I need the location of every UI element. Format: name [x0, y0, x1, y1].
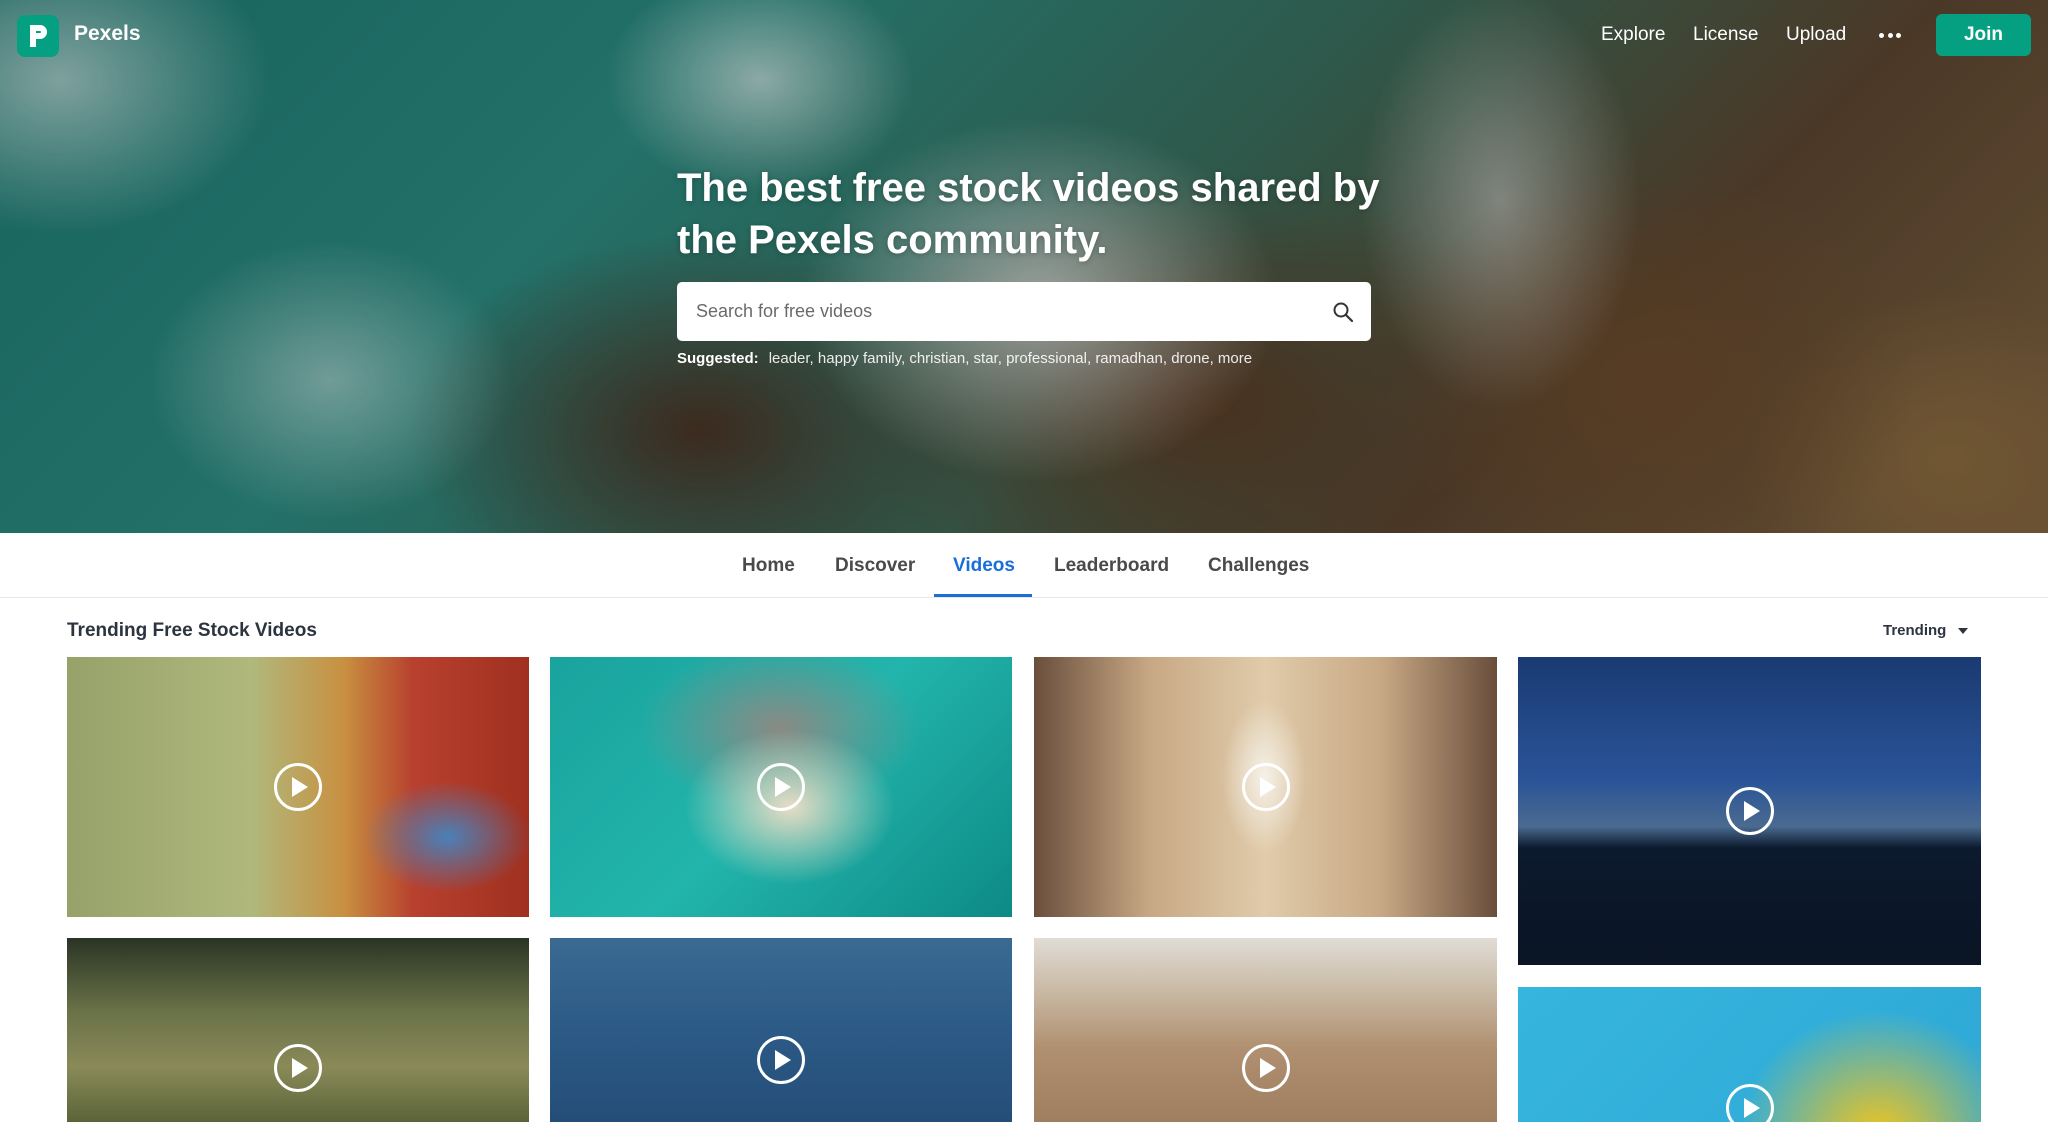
- nav-license[interactable]: License: [1693, 24, 1759, 46]
- hero-title: The best free stock videos shared by the…: [677, 166, 1380, 262]
- video-tile[interactable]: [1518, 987, 1981, 1122]
- video-tile[interactable]: [550, 938, 1012, 1122]
- tab-videos[interactable]: Videos: [953, 555, 1015, 577]
- suggested-list: leader, happy family, christian, star, p…: [769, 350, 1252, 367]
- search-icon[interactable]: [1331, 300, 1355, 324]
- pexels-logo-icon[interactable]: [17, 15, 59, 57]
- suggested-drone[interactable]: drone,: [1171, 350, 1214, 367]
- join-button[interactable]: Join: [1936, 14, 2031, 56]
- video-tile[interactable]: [550, 657, 1012, 917]
- play-icon[interactable]: [757, 1036, 805, 1084]
- play-icon[interactable]: [1242, 763, 1290, 811]
- tab-discover[interactable]: Discover: [835, 555, 915, 577]
- play-icon[interactable]: [1726, 1084, 1774, 1122]
- play-icon[interactable]: [274, 1044, 322, 1092]
- suggested-star[interactable]: star,: [974, 350, 1002, 367]
- video-tile[interactable]: [67, 657, 529, 917]
- video-tile[interactable]: [1034, 657, 1497, 917]
- sort-label: Trending: [1883, 622, 1947, 639]
- search-box[interactable]: [677, 282, 1371, 341]
- main-tabs: Home Discover Videos Leaderboard Challen…: [0, 533, 2048, 598]
- suggested-searches: Suggested: leader, happy family, christi…: [677, 350, 1252, 367]
- suggested-label: Suggested:: [677, 350, 759, 367]
- more-dots-icon[interactable]: [1879, 22, 1901, 48]
- play-icon[interactable]: [1242, 1044, 1290, 1092]
- nav-upload[interactable]: Upload: [1786, 24, 1846, 46]
- section-title: Trending Free Stock Videos: [67, 620, 317, 641]
- suggested-ramadhan[interactable]: ramadhan,: [1095, 350, 1167, 367]
- brand-name[interactable]: Pexels: [74, 22, 141, 46]
- search-input[interactable]: [696, 301, 1316, 322]
- video-tile[interactable]: [67, 938, 529, 1122]
- play-icon[interactable]: [274, 763, 322, 811]
- suggested-leader[interactable]: leader,: [769, 350, 814, 367]
- play-icon[interactable]: [757, 763, 805, 811]
- hero-banner: Pexels Explore License Upload Join The b…: [0, 0, 2048, 533]
- hero-overlay: [0, 0, 2048, 533]
- suggested-more[interactable]: more: [1218, 350, 1252, 367]
- tab-home[interactable]: Home: [742, 555, 795, 577]
- sort-dropdown[interactable]: Trending: [1883, 622, 1969, 639]
- suggested-christian[interactable]: christian,: [909, 350, 969, 367]
- video-tile[interactable]: [1518, 657, 1981, 965]
- play-icon[interactable]: [1726, 787, 1774, 835]
- caret-down-icon: [1958, 627, 1969, 634]
- tab-leaderboard[interactable]: Leaderboard: [1054, 555, 1169, 577]
- suggested-professional[interactable]: professional,: [1006, 350, 1091, 367]
- top-nav: Pexels Explore License Upload Join: [0, 0, 2048, 70]
- suggested-happy-family[interactable]: happy family,: [818, 350, 905, 367]
- nav-explore[interactable]: Explore: [1601, 24, 1665, 46]
- active-tab-indicator: [934, 594, 1032, 597]
- video-tile[interactable]: [1034, 938, 1497, 1122]
- tab-challenges[interactable]: Challenges: [1208, 555, 1309, 577]
